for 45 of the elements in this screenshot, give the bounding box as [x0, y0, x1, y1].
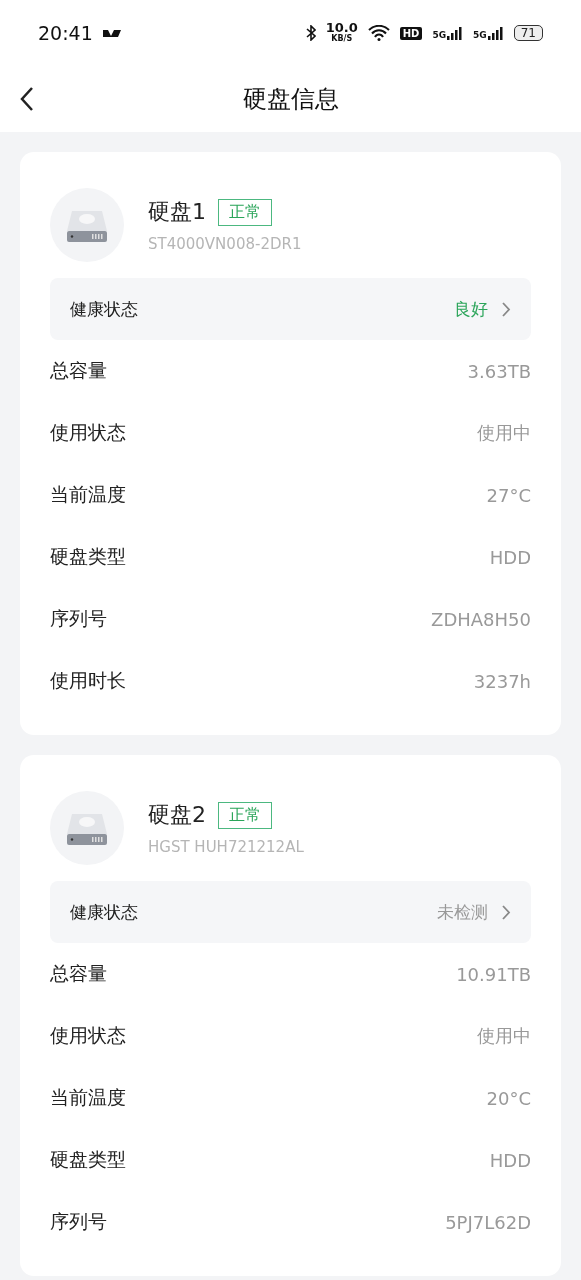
info-value: HDD: [489, 546, 531, 568]
health-value: 良好: [454, 297, 488, 321]
status-tag: 正常: [218, 801, 272, 829]
health-value: 未检测: [437, 900, 488, 924]
disk-name: 硬盘1: [148, 198, 206, 226]
chevron-right-icon: [502, 301, 511, 317]
info-value: 使用中: [477, 1024, 531, 1048]
wifi-icon: [367, 25, 390, 41]
health-label: 健康状态: [70, 900, 139, 924]
disk-model: HGST HUH721212AL: [148, 838, 304, 856]
page-title: 硬盘信息: [242, 84, 339, 115]
info-label: 当前温度: [50, 482, 126, 507]
info-value: 3.63TB: [467, 360, 531, 382]
info-label: 总容量: [50, 358, 107, 383]
health-label: 健康状态: [70, 297, 139, 321]
info-label: 当前温度: [50, 1085, 126, 1110]
info-value: ZDHA8H50: [431, 608, 531, 630]
bluetooth-icon: [305, 25, 316, 41]
info-label: 硬盘类型: [50, 1147, 126, 1172]
chevron-right-icon: [502, 904, 511, 920]
info-value: 5PJ7L62D: [445, 1211, 531, 1233]
back-button[interactable]: [20, 86, 34, 112]
disk-model: ST4000VN008-2DR1: [148, 235, 302, 253]
info-value: 27°C: [486, 484, 531, 506]
notification-icon: [102, 28, 121, 38]
info-label: 硬盘类型: [50, 544, 126, 569]
hd-icon: HD: [399, 26, 423, 40]
info-label: 使用状态: [50, 1023, 126, 1048]
info-label: 序列号: [50, 1209, 107, 1234]
info-value: 20°C: [486, 1087, 531, 1109]
health-status-item[interactable]: 健康状态 未检测: [50, 881, 531, 943]
info-label: 使用时长: [50, 668, 126, 693]
info-value: 3237h: [473, 670, 531, 692]
info-value: HDD: [489, 1149, 531, 1171]
info-value: 10.91TB: [456, 963, 531, 985]
network-speed: 10.0 KB/S: [325, 22, 358, 44]
info-value: 使用中: [477, 421, 531, 445]
battery-icon: 71: [513, 25, 543, 41]
disk-name: 硬盘2: [148, 801, 206, 829]
info-label: 使用状态: [50, 420, 126, 445]
status-time: 20:41: [38, 22, 93, 44]
health-status-item[interactable]: 健康状态 良好: [50, 278, 531, 340]
status-tag: 正常: [218, 198, 272, 226]
info-label: 总容量: [50, 961, 107, 986]
info-label: 序列号: [50, 606, 107, 631]
